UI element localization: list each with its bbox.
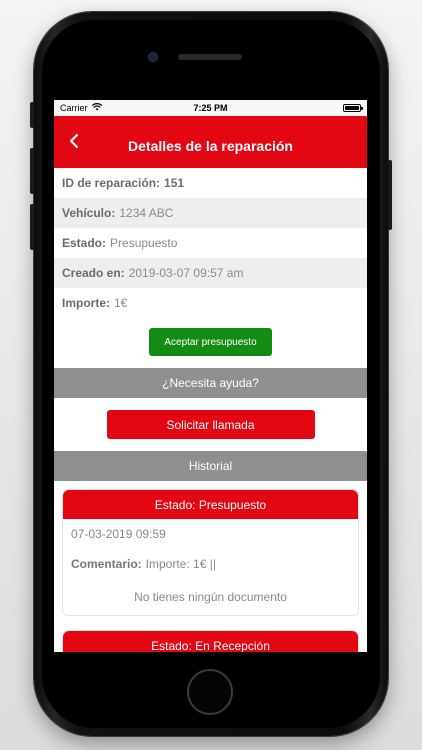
volume-down-button bbox=[30, 204, 34, 250]
power-button bbox=[388, 160, 392, 230]
amount-label: Importe: bbox=[62, 296, 110, 310]
back-button[interactable] bbox=[62, 128, 86, 158]
chevron-left-icon bbox=[68, 133, 80, 154]
history-section-header: Historial bbox=[54, 451, 367, 481]
earpiece-speaker bbox=[178, 54, 242, 60]
history-card-status: Estado: Presupuesto bbox=[63, 490, 358, 519]
request-call-button[interactable]: Solicitar llamada bbox=[106, 410, 315, 439]
accept-budget-button[interactable]: Aceptar presupuesto bbox=[149, 328, 272, 356]
history-card: Estado: Presupuesto 07-03-2019 09:59 Com… bbox=[62, 489, 359, 616]
mute-switch bbox=[30, 102, 34, 128]
accept-button-wrap: Aceptar presupuesto bbox=[54, 318, 367, 368]
repair-id-label: ID de reparación: bbox=[62, 176, 161, 190]
comment-value: Importe: 1€ || bbox=[145, 557, 216, 571]
created-label: Creado en: bbox=[62, 266, 125, 280]
volume-up-button bbox=[30, 148, 34, 194]
history-card-status: Estado: En Recepción bbox=[63, 631, 358, 652]
front-camera bbox=[148, 52, 158, 62]
status-value: Presupuesto bbox=[110, 236, 178, 250]
amount-value: 1€ bbox=[114, 296, 128, 310]
history-card-documents: No tienes ningún documento bbox=[134, 590, 287, 604]
help-section-header: ¿Necesita ayuda? bbox=[54, 368, 367, 398]
repair-id-row: ID de reparación: 151 bbox=[54, 168, 367, 198]
history-card: Estado: En Recepción bbox=[62, 630, 359, 652]
created-row: Creado en: 2019-03-07 09:57 am bbox=[54, 258, 367, 288]
status-bar: Carrier 7:25 PM bbox=[54, 100, 367, 116]
history-card-comment: Comentario: Importe: 1€ || bbox=[63, 549, 358, 579]
vehicle-row: Vehículo: 1234 ABC bbox=[54, 198, 367, 228]
comment-label: Comentario: bbox=[71, 557, 142, 571]
vehicle-label: Vehículo: bbox=[62, 206, 116, 220]
created-value: 2019-03-07 09:57 am bbox=[128, 266, 244, 280]
history-card-date: 07-03-2019 09:59 bbox=[71, 527, 166, 541]
status-label: Estado: bbox=[62, 236, 107, 250]
status-time: 7:25 PM bbox=[193, 103, 228, 113]
amount-row: Importe: 1€ bbox=[54, 288, 367, 318]
navigation-bar: Detalles de la reparación bbox=[54, 116, 367, 168]
battery-icon bbox=[343, 104, 363, 112]
vehicle-value: 1234 ABC bbox=[119, 206, 174, 220]
app-screen: Carrier 7:25 PM Detalles de la reparació… bbox=[54, 100, 367, 652]
call-button-wrap: Solicitar llamada bbox=[54, 398, 367, 451]
home-button[interactable] bbox=[187, 669, 233, 715]
repair-id-value: 151 bbox=[164, 176, 185, 190]
page-title: Detalles de la reparación bbox=[128, 138, 293, 154]
status-row: Estado: Presupuesto bbox=[54, 228, 367, 258]
